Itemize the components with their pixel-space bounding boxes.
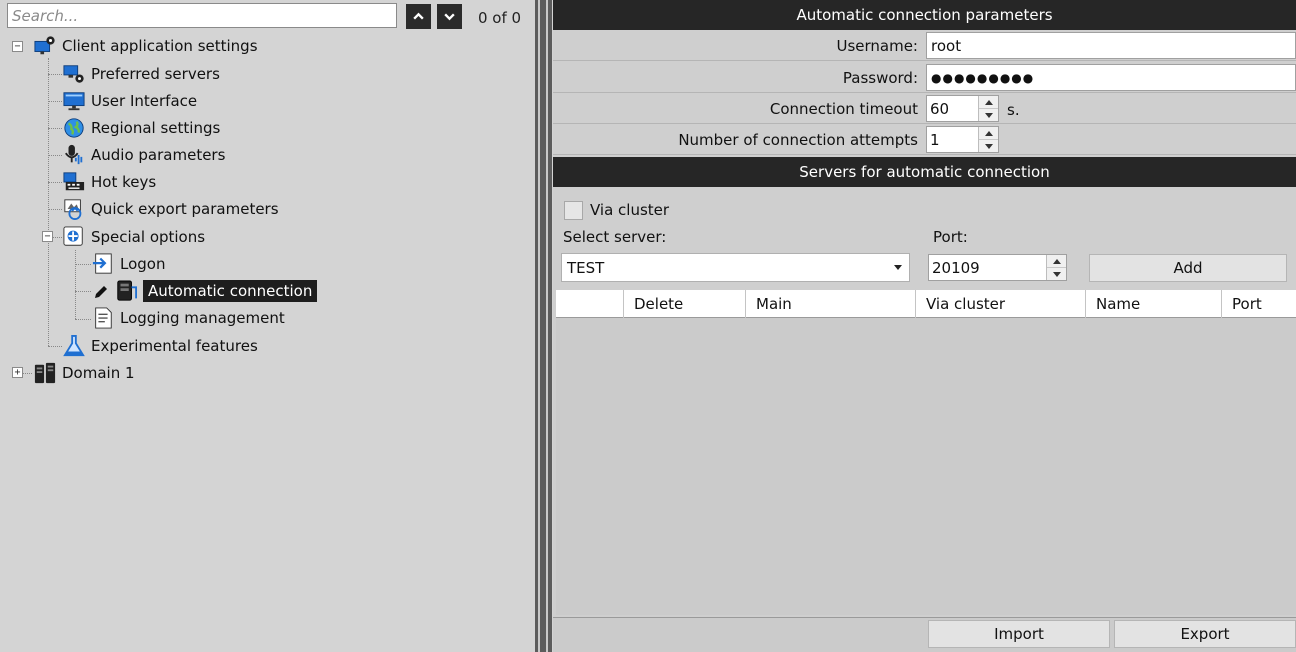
monitor-gear-icon (33, 34, 57, 58)
tree-item-label: Regional settings (91, 119, 221, 137)
tree-item-label: Automatic connection (143, 280, 318, 302)
tree-item-audio-parameters[interactable]: Audio parameters (62, 143, 225, 167)
triangle-down-icon (984, 143, 993, 149)
spin-up-button[interactable] (1047, 255, 1066, 268)
tree-item-hot-keys[interactable]: Hot keys (62, 170, 156, 194)
tree-item-label: Quick export parameters (91, 200, 279, 218)
expand-toggle-domain[interactable]: + (12, 367, 23, 378)
tree-item-label: Experimental features (91, 337, 258, 355)
log-document-icon (91, 306, 115, 330)
attempts-row: Number of connection attempts 1 (553, 124, 1296, 155)
tree-item-label: Special options (91, 228, 206, 246)
tree-item-label: Logon (120, 255, 166, 273)
footer-bar: Import Export (553, 617, 1296, 652)
collapse-toggle-client-settings[interactable]: − (12, 41, 23, 52)
preferred-servers-icon (62, 62, 86, 86)
import-button[interactable]: Import (928, 620, 1110, 648)
tree-item-automatic-connection[interactable]: Automatic connection (114, 279, 318, 303)
password-row: Password: ●●●●●●●●● (553, 62, 1296, 93)
triangle-down-icon (1052, 271, 1061, 277)
table-header-row: Delete Main Via cluster Name Port (556, 290, 1296, 318)
tree-item-domain-1[interactable]: Domain 1 (33, 361, 135, 385)
timeout-spinbox[interactable]: 60 (926, 95, 999, 122)
column-header-via-cluster[interactable]: Via cluster (915, 290, 1085, 318)
timeout-label: Connection timeout (769, 100, 918, 118)
server-icon (114, 279, 138, 303)
port-spinbox[interactable]: 20109 (928, 254, 1067, 281)
username-field[interactable] (926, 32, 1296, 59)
via-cluster-label: Via cluster (590, 201, 670, 219)
password-field[interactable]: ●●●●●●●●● (926, 64, 1296, 91)
tree-item-label: Domain 1 (62, 364, 135, 382)
monitor-icon (62, 89, 86, 113)
tree-item-experimental-features[interactable]: Experimental features (62, 334, 258, 358)
tree-item-client-application-settings[interactable]: Client application settings (33, 34, 258, 58)
tree-item-user-interface[interactable]: User Interface (62, 89, 197, 113)
password-mask: ●●●●●●●●● (931, 71, 1035, 85)
microphone-icon (62, 143, 86, 167)
triangle-up-icon (984, 99, 993, 105)
export-icon (62, 197, 86, 221)
tree-item-logging-management[interactable]: Logging management (91, 306, 285, 330)
globe-icon (62, 116, 86, 140)
column-header-port[interactable]: Port (1221, 290, 1296, 318)
port-value: 20109 (932, 259, 980, 277)
tree-item-label: Audio parameters (91, 146, 226, 164)
panel-splitter[interactable] (535, 0, 552, 652)
spin-up-button[interactable] (979, 127, 998, 140)
server-select[interactable]: TEST (561, 253, 910, 282)
triangle-up-icon (1052, 258, 1061, 264)
tree-item-preferred-servers[interactable]: Preferred servers (62, 62, 220, 86)
server-rack-icon (33, 361, 57, 385)
spin-down-button[interactable] (979, 109, 998, 121)
tree-item-regional-settings[interactable]: Regional settings (62, 116, 220, 140)
timeout-unit: s. (1007, 101, 1020, 119)
column-header-main[interactable]: Main (745, 290, 915, 318)
attempts-spinbox[interactable]: 1 (926, 126, 999, 153)
tree-item-label: Hot keys (91, 173, 157, 191)
spin-up-button[interactable] (979, 96, 998, 109)
settings-tree-panel: 0 of 0 − − + Client application settings (0, 0, 535, 652)
column-header-name[interactable]: Name (1085, 290, 1221, 318)
servers-table: Delete Main Via cluster Name Port (556, 290, 1296, 615)
dropdown-arrow-icon (894, 265, 902, 270)
column-header-delete[interactable]: Delete (623, 290, 745, 318)
special-options-icon (62, 225, 86, 249)
triangle-down-icon (984, 112, 993, 118)
add-server-button[interactable]: Add (1089, 254, 1287, 282)
timeout-value: 60 (930, 100, 950, 118)
triangle-up-icon (984, 130, 993, 136)
username-row: Username: (553, 30, 1296, 61)
flask-icon (62, 334, 86, 358)
tree-item-special-options[interactable]: Special options (62, 225, 205, 249)
tree-item-label: Logging management (120, 309, 285, 327)
collapse-toggle-special-options[interactable]: − (42, 231, 53, 242)
tree-item-logon[interactable]: Logon (91, 252, 165, 276)
export-button[interactable]: Export (1114, 620, 1296, 648)
settings-detail-panel: Automatic connection parameters Username… (553, 0, 1296, 652)
select-server-label: Select server: (563, 228, 667, 246)
attempts-value: 1 (930, 131, 940, 149)
port-label: Port: (933, 228, 968, 246)
settings-tree: − − + Client application settings Prefer… (0, 0, 535, 652)
spin-down-button[interactable] (1047, 268, 1066, 280)
logon-icon (91, 252, 115, 276)
server-select-value: TEST (567, 259, 605, 277)
column-header-select[interactable] (556, 290, 623, 318)
auto-params-header: Automatic connection parameters (553, 0, 1296, 30)
tree-item-label: Client application settings (62, 37, 258, 55)
timeout-row: Connection timeout 60 s. (553, 93, 1296, 124)
username-label: Username: (836, 37, 918, 55)
password-label: Password: (842, 69, 918, 87)
via-cluster-checkbox[interactable] (564, 201, 583, 220)
spin-down-button[interactable] (979, 140, 998, 152)
servers-header: Servers for automatic connection (553, 157, 1296, 187)
attempts-label: Number of connection attempts (678, 131, 918, 149)
tree-item-label: User Interface (91, 92, 198, 110)
tree-item-label: Preferred servers (91, 65, 220, 83)
edit-pencil-icon (93, 280, 109, 304)
keyboard-icon (62, 170, 86, 194)
tree-item-quick-export-parameters[interactable]: Quick export parameters (62, 197, 279, 221)
